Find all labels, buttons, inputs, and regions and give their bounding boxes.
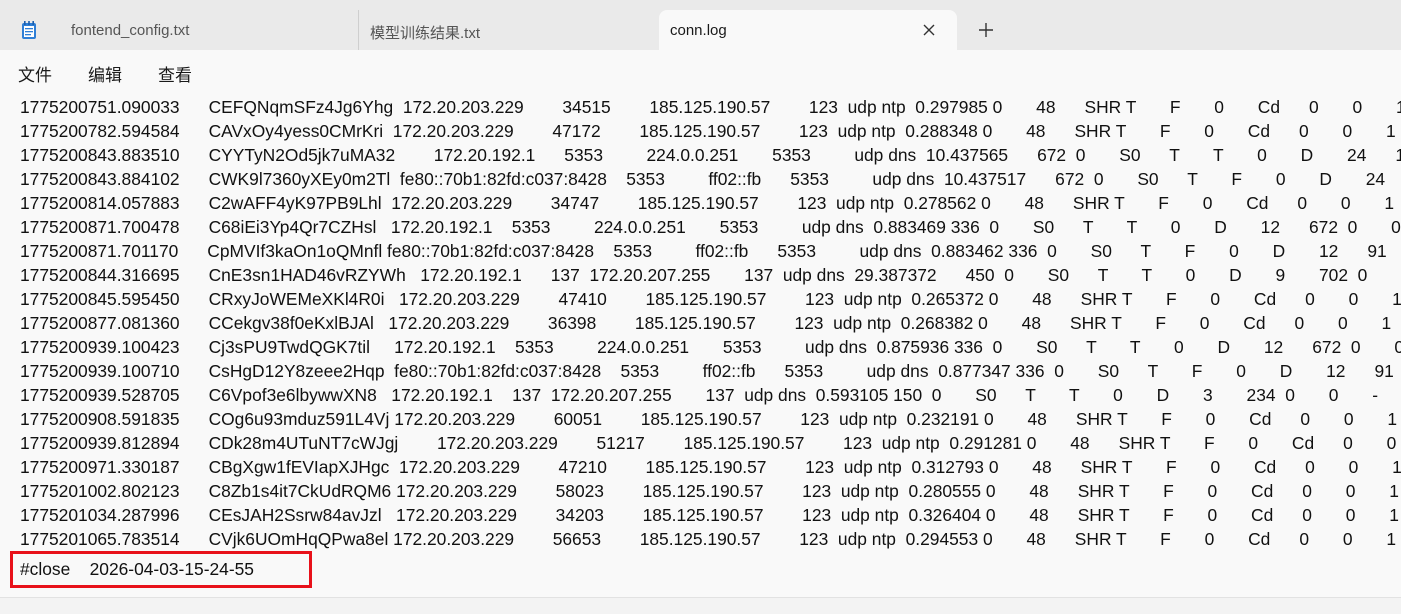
status-bar: [0, 597, 1401, 614]
log-line: 1775201034.287996 CEsJAH2Ssrw84avJzl 172…: [20, 505, 1399, 525]
notepad-icon: [19, 20, 39, 40]
tab-model-training-results[interactable]: 模型训练结果.txt: [358, 10, 660, 50]
log-line: 1775200877.081360 CCekgv38f0eKxlBJAl 172…: [20, 313, 1392, 333]
menu-file[interactable]: 文件: [18, 61, 52, 86]
log-line: 1775201002.802123 C8Zb1s4it7CkUdRQM6 172…: [20, 481, 1399, 501]
log-line: 1775200939.100710 CsHgD12Y8zeee2Hqp fe80…: [20, 361, 1394, 381]
log-lines: 1775200751.090033 CEFQNqmSFz4Jg6Yhg 172.…: [20, 95, 1401, 551]
log-line: 1775200971.330187 CBgXgw1fEVIapXJHgc 172…: [20, 457, 1401, 477]
tab-conn-log[interactable]: conn.log: [659, 10, 957, 50]
tab-fontend-config[interactable]: fontend_config.txt: [56, 10, 358, 50]
log-line: 1775200871.701170 CpMVIf3kaOn1oQMnfl fe8…: [20, 241, 1387, 261]
log-line: 1775200843.884102 CWK9l7360yXEy0m2Tl fe8…: [20, 169, 1386, 189]
log-line: 1775201065.783514 CVjk6UOmHqQPwa8el 172.…: [20, 529, 1396, 549]
log-line: 1775200843.883510 CYYTyN2Od5jk7uMA32 172…: [20, 145, 1401, 165]
log-line: 1775200939.100423 Cj3sPU9TwdQGK7til 172.…: [20, 337, 1401, 357]
tab-bar: fontend_config.txt 模型训练结果.txt conn.log: [0, 0, 1401, 50]
close-icon[interactable]: [919, 20, 939, 40]
log-line: 1775200845.595450 CRxyJoWEMeXKl4R0i 172.…: [20, 289, 1401, 309]
menu-bar: 文件 编辑 查看: [0, 50, 1401, 92]
tab-label: 模型训练结果.txt: [370, 25, 481, 42]
tab-label: conn.log: [670, 22, 727, 39]
log-line: 1775200939.528705 C6Vpof3e6lbywwXN8 172.…: [20, 385, 1379, 405]
menu-view[interactable]: 查看: [158, 61, 192, 86]
log-line: 1775200751.090033 CEFQNqmSFz4Jg6Yhg 172.…: [20, 97, 1401, 117]
menu-edit[interactable]: 编辑: [88, 61, 122, 86]
log-line: 1775200871.700478 C68iEi3Yp4Qr7CZHsl 172…: [20, 217, 1401, 237]
log-line: 1775200814.057883 C2wAFF4yK97PB9Lhl 172.…: [20, 193, 1395, 213]
highlight-box: [10, 551, 312, 588]
log-line: 1775200939.812894 CDk28m4UTuNT7cWJgj 172…: [20, 433, 1397, 453]
plus-icon[interactable]: [976, 20, 996, 40]
tab-label: fontend_config.txt: [71, 22, 190, 39]
log-line: 1775200782.594584 CAVxOy4yess0CMrKri 172…: [20, 121, 1396, 141]
log-line: 1775200844.316695 CnE3sn1HAD46vRZYWh 172…: [20, 265, 1368, 285]
log-line: 1775200908.591835 COg6u93mduz591L4Vj 172…: [20, 409, 1398, 429]
text-editor[interactable]: 1775200751.090033 CEFQNqmSFz4Jg6Yhg 172.…: [0, 92, 1401, 597]
